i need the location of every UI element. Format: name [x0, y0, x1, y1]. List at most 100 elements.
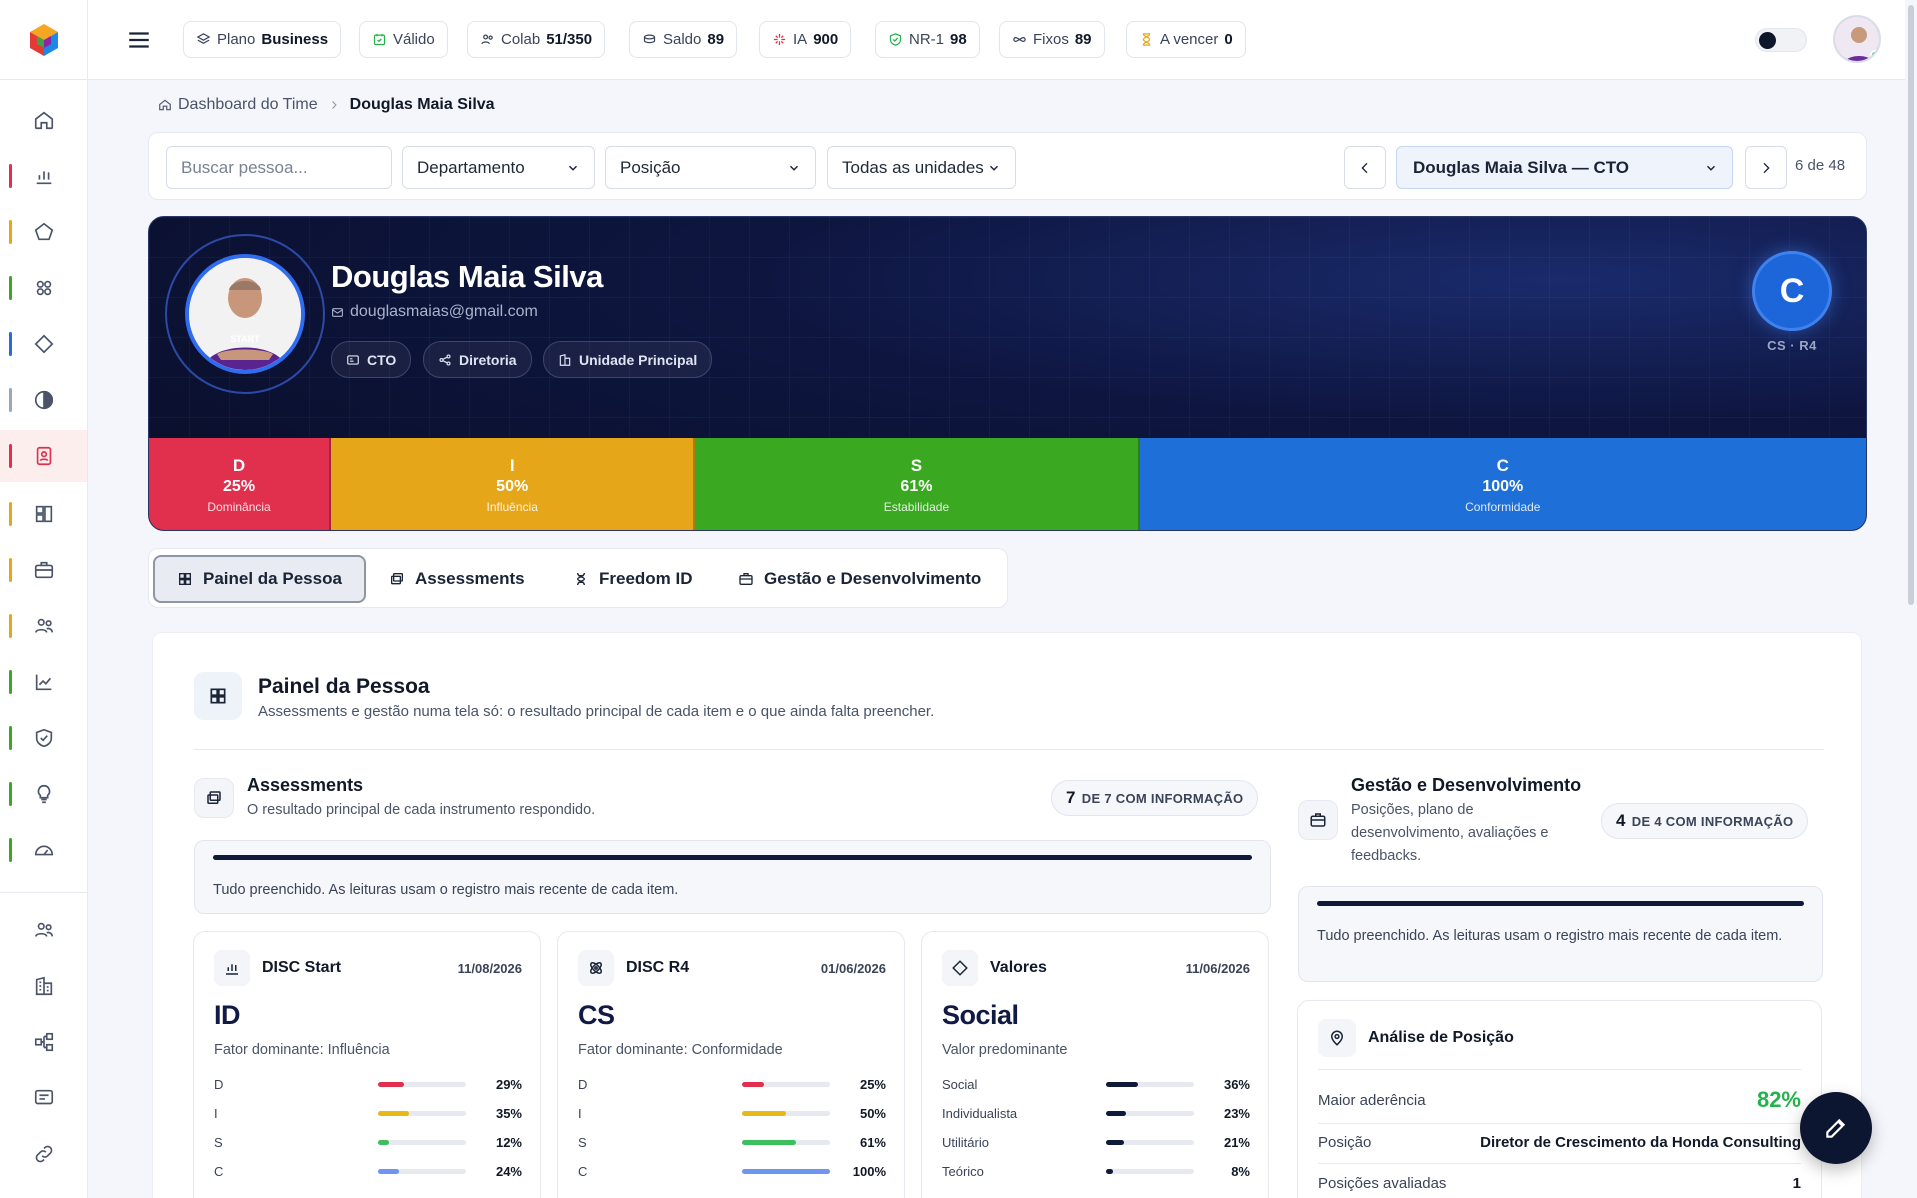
users-icon	[34, 922, 53, 937]
card-row-fill	[1106, 1110, 1127, 1116]
department-select[interactable]: Departamento	[402, 146, 595, 189]
card-row-track	[378, 1081, 466, 1087]
tab-freedom-id[interactable]: Freedom ID	[551, 555, 715, 603]
users-icon	[481, 34, 493, 45]
link-icon	[35, 1145, 52, 1163]
chip-valido[interactable]: Válido	[359, 21, 448, 58]
sidebar-item-person[interactable]	[0, 430, 87, 482]
sidebar-item-collaborators[interactable]	[0, 904, 87, 956]
sidebar-item-contrast[interactable]	[0, 374, 87, 426]
sidebar-item-team[interactable]	[0, 262, 87, 314]
card-row: D 29%	[214, 1074, 522, 1094]
chip-fixos[interactable]: Fixos 89	[999, 21, 1105, 58]
chip-nr1[interactable]: NR-1 98	[875, 21, 980, 58]
gestao-count-pill: 4 DE 4 COM INFORMAÇÃO	[1601, 803, 1809, 839]
chip-saldo[interactable]: Saldo 89	[629, 21, 738, 58]
disc-bar-d: D 25% Dominância	[149, 438, 332, 530]
card-row-value: 61%	[859, 1134, 886, 1150]
card-row-fill	[378, 1110, 409, 1116]
units-select[interactable]: Todas as unidades	[827, 146, 1016, 189]
card-row: Teórico 8%	[942, 1161, 1250, 1181]
sidebar-item-people[interactable]	[0, 600, 87, 652]
chevron-down-icon	[1706, 165, 1716, 171]
assessment-card-disc-r4[interactable]: DISC R4 01/06/2026 CS Fator dominante: Conf…	[557, 931, 905, 1198]
chip-plano[interactable]: Plano Business	[183, 21, 342, 58]
assessments-section-title: Assessments	[247, 775, 364, 795]
chip-ia[interactable]: IA 900	[759, 21, 852, 58]
position-analysis-card: Análise de Posição Maior aderência 82% P…	[1297, 1000, 1822, 1198]
card-result: Social	[942, 1000, 1019, 1030]
disc-bar-percent: 25%	[223, 478, 256, 495]
sidebar-item-brain[interactable]	[0, 768, 87, 820]
card-icon	[214, 950, 250, 986]
hamburger-menu-icon[interactable]	[126, 27, 152, 53]
sidebar-item-shield[interactable]	[0, 712, 87, 764]
sidebar-item-trend[interactable]	[0, 656, 87, 708]
tab-painel-da-pessoa[interactable]: Painel da Pessoa	[153, 555, 366, 603]
edit-fab-button[interactable]	[1800, 1092, 1872, 1164]
tab-assessments[interactable]: Assessments	[367, 555, 547, 603]
position-select[interactable]: Posição	[605, 146, 816, 189]
scrollbar-thumb[interactable]	[1908, 5, 1914, 605]
sidebar-item-briefcase[interactable]	[0, 544, 87, 596]
gauge-icon	[34, 845, 53, 856]
gestao-info-text: Tudo preenchido. As leituras usam o regi…	[1317, 928, 1783, 944]
panel-subtitle: Assessments e gestão numa tela só: o res…	[258, 703, 935, 720]
position-row-aderencia: Maior aderência 82%	[1318, 1087, 1801, 1113]
breadcrumb-parent[interactable]: Dashboard do Time	[178, 96, 318, 114]
assessments-info-text: Tudo preenchido. As leituras usam o regi…	[213, 882, 679, 898]
sidebar-item-company[interactable]	[0, 960, 87, 1012]
card-row: S 61%	[578, 1132, 886, 1152]
user-avatar[interactable]	[1833, 15, 1881, 63]
card-row-value: 21%	[1223, 1134, 1250, 1150]
sidebar-item-board[interactable]	[0, 488, 87, 540]
disc-bar-name: Estabilidade	[883, 500, 950, 514]
window-icon	[207, 791, 221, 804]
chevron-down-icon	[989, 165, 999, 171]
card-title: Valores	[990, 959, 1047, 976]
disc-bars: D 25% Dominância I 50% Influência S 61% Estabili…	[149, 438, 1866, 530]
briefcase-icon	[1310, 813, 1326, 827]
profile-email[interactable]: douglasmaias@gmail.com	[331, 303, 538, 321]
bar-chart-icon	[36, 171, 51, 185]
card-row-track	[1106, 1110, 1194, 1116]
sidebar-item-charts[interactable]	[0, 150, 87, 202]
card-row-label: Utilitário	[942, 1134, 989, 1150]
sidebar-item-diamond[interactable]	[0, 318, 87, 370]
tab-gestao-desenvolvimento[interactable]: Gestão e Desenvolvimento	[716, 555, 1003, 603]
card-row-label: S	[214, 1134, 223, 1150]
next-person-button[interactable]	[1745, 146, 1787, 189]
sidebar-item-home[interactable]	[0, 94, 87, 146]
card-subtitle: Fator dominante: Conformidade	[578, 1042, 783, 1058]
page-scrollbar[interactable]	[1905, 0, 1917, 1198]
chip-colab[interactable]: Colab 51/350	[467, 21, 606, 58]
building-icon	[35, 976, 52, 996]
search-person-input[interactable]: Buscar pessoa...	[166, 146, 392, 189]
pager-text: 6 de 48	[1795, 157, 1846, 174]
lightbulb-icon	[37, 784, 50, 804]
previous-person-button[interactable]	[1344, 146, 1386, 189]
gestao-progress-bar	[1317, 901, 1804, 906]
app-logo[interactable]	[0, 0, 87, 80]
sidebar-item-org[interactable]	[0, 1016, 87, 1068]
card-row-fill	[742, 1139, 796, 1145]
profile-email-text: douglasmaias@gmail.com	[350, 303, 538, 320]
assessments-count-label: DE 7 COM INFORMAÇÃO	[1081, 790, 1244, 806]
assessment-card-disc-start[interactable]: DISC Start 11/08/2026 ID Fator dominante: I…	[193, 931, 541, 1198]
card-icon	[578, 950, 614, 986]
sidebar-item-messages[interactable]	[0, 1072, 87, 1124]
person-select[interactable]: Douglas Maia Silva — CTO	[1396, 146, 1733, 189]
theme-toggle[interactable]	[1755, 28, 1807, 52]
disc-bar-letter: I	[509, 456, 515, 475]
message-icon	[34, 1089, 53, 1105]
profile-hero: START Douglas Maia Silva douglasmaias@gm…	[148, 216, 1867, 531]
chevron-down-icon	[568, 165, 578, 171]
diamond-icon	[952, 960, 968, 976]
disc-bar-letter: D	[232, 456, 246, 475]
sidebar-item-gauge[interactable]	[0, 824, 87, 876]
sidebar-item-links[interactable]	[0, 1128, 87, 1180]
sidebar-item-pentagon[interactable]	[0, 206, 87, 258]
assessment-card-valores[interactable]: Valores 11/06/2026 Social Valor predominant…	[921, 931, 1269, 1198]
chip-a-vencer[interactable]: A vencer 0	[1126, 21, 1246, 58]
dna-icon	[576, 572, 586, 586]
